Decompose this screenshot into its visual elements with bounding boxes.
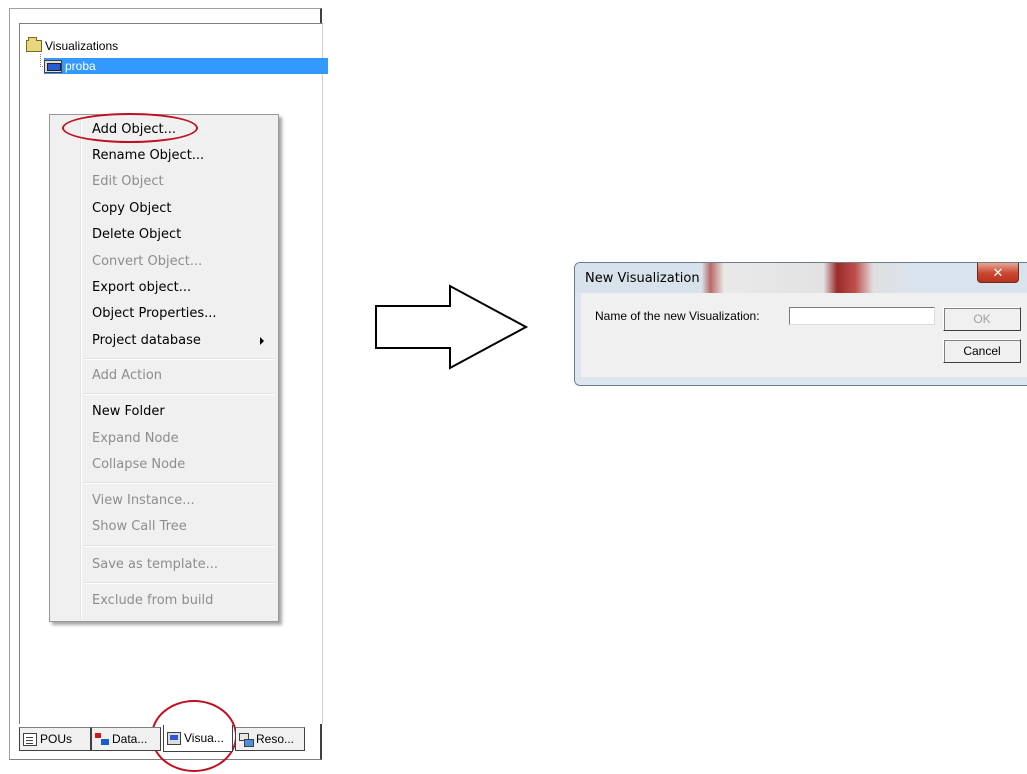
menu-item-add-action[interactable]: Add Action [92, 365, 162, 387]
menu-item-rename-object[interactable]: Rename Object... [92, 145, 204, 167]
menu-item-convert-object[interactable]: Convert Object... [92, 251, 202, 273]
tab-label: Data... [112, 732, 148, 746]
menu-item-edit-object[interactable]: Edit Object [92, 171, 164, 193]
tab-pous[interactable]: POUs [19, 727, 91, 751]
menu-separator [84, 482, 274, 484]
visualization-name-input[interactable] [789, 307, 935, 325]
right-arrow-icon [375, 284, 529, 370]
tab-label: POUs [40, 732, 73, 746]
tree-node-proba[interactable]: proba [44, 58, 328, 74]
menu-item-new-folder[interactable]: New Folder [92, 401, 165, 423]
menu-item-save-as-template[interactable]: Save as template... [92, 554, 218, 576]
tab-resources[interactable]: Reso... [235, 727, 305, 751]
dialog-title: New Visualization [585, 271, 700, 286]
tab-label: Visua... [184, 731, 224, 745]
menu-separator [84, 582, 274, 584]
cancel-button[interactable]: Cancel [943, 339, 1021, 363]
tree-node-visualizations[interactable]: Visualizations [26, 37, 119, 54]
pous-icon [23, 732, 37, 746]
dialog-body: Name of the new Visualization: OK Cancel [581, 293, 1027, 377]
menu-separator [84, 393, 274, 395]
menu-item-exclude-from-build[interactable]: Exclude from build [92, 590, 213, 612]
menu-item-expand-node[interactable]: Expand Node [92, 428, 179, 450]
new-visualization-dialog: New Visualization ✕ Name of the new Visu… [574, 262, 1027, 386]
menu-item-project-database[interactable]: Project database [92, 330, 201, 352]
tab-visualizations[interactable]: Visua... [163, 725, 233, 752]
menu-item-add-object[interactable]: Add Object... [92, 119, 176, 141]
tree-node-label: proba [65, 59, 96, 73]
dialog-title-bar[interactable]: New Visualization ✕ [575, 263, 1027, 293]
tab-data-types[interactable]: Data... [91, 727, 161, 751]
close-button[interactable]: ✕ [977, 263, 1019, 283]
visualization-icon [167, 731, 181, 745]
submenu-arrow-icon [260, 337, 264, 345]
context-menu: Add Object... Rename Object... Edit Obje… [49, 114, 279, 622]
close-icon: ✕ [992, 265, 1004, 280]
folder-icon [26, 37, 42, 52]
menu-item-view-instance[interactable]: View Instance... [92, 490, 195, 512]
menu-item-delete-object[interactable]: Delete Object [92, 224, 181, 246]
ok-button[interactable]: OK [943, 307, 1021, 331]
menu-separator [84, 358, 274, 360]
visualization-icon [44, 59, 62, 73]
tab-label: Reso... [256, 732, 295, 746]
tree-node-label: Visualizations [45, 39, 119, 53]
menu-separator [84, 545, 274, 547]
menu-item-object-properties[interactable]: Object Properties... [92, 303, 217, 325]
menu-item-show-call-tree[interactable]: Show Call Tree [92, 516, 187, 538]
data-types-icon [95, 732, 109, 746]
menu-item-export-object[interactable]: Export object... [92, 277, 191, 299]
menu-item-collapse-node[interactable]: Collapse Node [92, 454, 185, 476]
menu-item-copy-object[interactable]: Copy Object [92, 198, 171, 220]
resources-icon [239, 732, 254, 747]
name-field-label: Name of the new Visualization: [595, 309, 760, 323]
